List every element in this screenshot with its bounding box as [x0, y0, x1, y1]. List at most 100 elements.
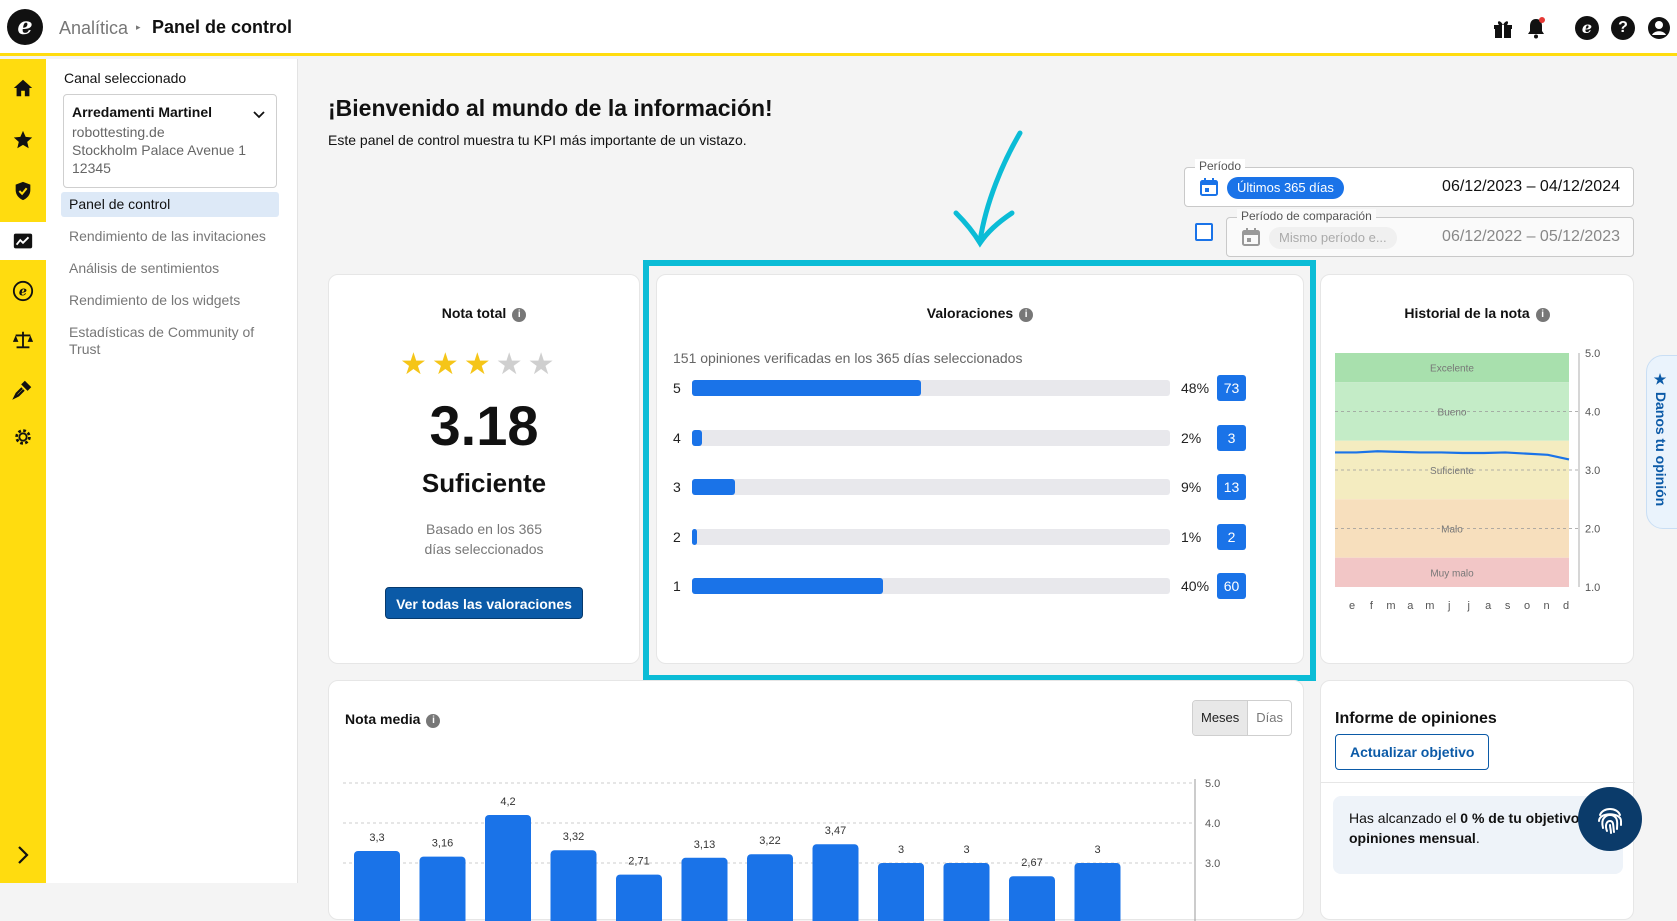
average-bar-label: 3 — [963, 844, 969, 856]
period-selector[interactable]: Período Últimos 365 días 06/12/2023 – 04… — [1184, 159, 1634, 207]
average-bar — [419, 856, 466, 921]
nav-item-invitaciones[interactable]: Rendimiento de las invitaciones — [61, 224, 279, 249]
main-content: ¡Bienvenido al mundo de la información! … — [298, 59, 1677, 921]
highlight-frame — [643, 260, 1316, 681]
calendar-icon — [1200, 178, 1218, 196]
nav-item-community-of-trust[interactable]: Estadísticas de Community of Trust — [61, 320, 279, 360]
help-icon[interactable]: ? — [1611, 16, 1635, 40]
average-y-tick: 5.0 — [1205, 778, 1220, 790]
chevron-right-icon[interactable] — [11, 843, 35, 867]
bell-icon[interactable] — [1524, 16, 1548, 40]
average-y-tick: 4.0 — [1205, 818, 1220, 830]
history-x-tick: a — [1485, 600, 1492, 612]
nav-item-sentimientos[interactable]: Análisis de sentimientos — [61, 256, 279, 281]
home-icon[interactable] — [0, 69, 46, 107]
star-filled-icon: ★ — [431, 348, 464, 381]
comparison-dates: 06/12/2022 – 05/12/2023 — [1442, 228, 1620, 245]
average-score-card: Nota media i Meses Días 5.0 4.0 3.0 3,3 3,16 4… — [328, 680, 1304, 921]
annotation-arrow-icon — [953, 130, 1023, 248]
average-score-title: Nota media i — [345, 711, 441, 728]
average-bar-label: 3 — [898, 844, 904, 856]
history-y-tick: 3.0 — [1585, 465, 1600, 477]
review-report-title: Informe de opiniones — [1335, 710, 1497, 727]
average-bar-label: 3,13 — [694, 839, 715, 851]
star-filled-icon: ★ — [463, 348, 496, 381]
info-icon[interactable]: i — [512, 308, 527, 322]
average-bar-label: 3,3 — [369, 832, 384, 844]
history-y-tick: 5.0 — [1585, 348, 1600, 360]
score-history-title: Historial de la nota i — [1321, 305, 1633, 322]
divider — [1321, 782, 1635, 783]
history-band-label: Muy malo — [1430, 568, 1474, 579]
average-bar — [616, 874, 662, 921]
breadcrumb-separator: ▸ — [136, 22, 141, 32]
granularity-toggle: Meses Días — [1192, 700, 1293, 736]
star-icon[interactable] — [0, 121, 46, 159]
total-score-title: Nota total i — [329, 305, 639, 322]
history-x-tick: e — [1349, 600, 1355, 612]
toggle-months[interactable]: Meses — [1193, 701, 1249, 735]
fingerprint-button[interactable] — [1578, 787, 1642, 851]
average-y-tick: 3.0 — [1205, 858, 1220, 870]
fingerprint-icon — [1598, 808, 1622, 834]
history-x-tick: a — [1407, 600, 1414, 612]
history-x-tick: m — [1425, 600, 1434, 612]
average-bar — [747, 854, 793, 921]
average-bar-label: 3,22 — [759, 835, 780, 847]
gift-icon[interactable] — [1491, 16, 1515, 40]
average-bar — [681, 857, 728, 921]
plug-icon[interactable] — [0, 370, 46, 408]
average-bar — [354, 851, 400, 921]
update-goal-button[interactable]: Actualizar objetivo — [1335, 734, 1490, 770]
nav-item-panel-de-control[interactable]: Panel de control — [61, 192, 279, 217]
score-history-card: Historial de la nota i Excelente Bueno Sufi… — [1320, 274, 1634, 664]
trusted-shops-icon[interactable]: e — [1575, 16, 1599, 40]
history-x-tick: n — [1543, 600, 1549, 612]
history-band-label: Excelente — [1430, 364, 1474, 375]
scale-icon[interactable] — [0, 321, 46, 359]
average-bar — [550, 850, 597, 921]
average-bar-label: 3,16 — [432, 838, 453, 850]
score-history-chart: Excelente Bueno Suficiente Malo Muy malo 5.0 4… — [1335, 348, 1600, 612]
history-band-label: Malo — [1441, 525, 1463, 536]
history-y-tick: 4.0 — [1585, 407, 1600, 419]
channel-details: robottesting.de Stockholm Palace Avenue … — [72, 124, 247, 176]
breadcrumb-root[interactable]: Analítica — [59, 18, 128, 39]
comparison-legend: Período de comparación — [1237, 209, 1376, 223]
star-filled-icon: ★ — [400, 348, 432, 381]
trusted-shops-logo[interactable]: e — [7, 9, 43, 45]
comparison-period-selector[interactable]: Período de comparación Mismo período e..… — [1226, 209, 1634, 257]
channel-selector[interactable]: Arredamenti Martinel robottesting.de Sto… — [63, 94, 277, 188]
history-x-tick: s — [1505, 600, 1511, 612]
history-x-tick: j — [1447, 600, 1450, 612]
channel-label: Canal seleccionado — [64, 70, 187, 86]
channel-name: Arredamenti Martinel — [72, 104, 213, 120]
left-rail: e — [0, 59, 46, 883]
welcome-subtitle: Este panel de control muestra tu KPI más… — [328, 132, 747, 148]
chevron-down-icon[interactable] — [251, 107, 267, 123]
comparison-checkbox[interactable] — [1195, 223, 1213, 241]
nav-item-widgets[interactable]: Rendimiento de los widgets — [61, 288, 279, 313]
toggle-days[interactable]: Días — [1248, 701, 1291, 735]
star-rating: ★★★★★ — [400, 347, 560, 382]
gear-icon[interactable] — [0, 418, 46, 456]
feedback-tab[interactable]: ★ Danos tu opinión — [1646, 355, 1677, 529]
history-x-tick: j — [1467, 600, 1470, 612]
period-chip[interactable]: Últimos 365 días — [1227, 177, 1344, 199]
star-empty-icon: ★ — [495, 348, 528, 381]
star-empty-icon: ★ — [527, 348, 560, 381]
period-dates: 06/12/2023 – 04/12/2024 — [1442, 178, 1620, 195]
history-band-label: Bueno — [1438, 408, 1467, 419]
average-bar — [485, 815, 531, 921]
info-icon[interactable]: i — [1535, 308, 1550, 322]
feedback-label: ★ Danos tu opinión — [1653, 372, 1669, 507]
analytics-icon[interactable] — [0, 222, 46, 260]
history-x-tick: o — [1524, 600, 1530, 612]
user-icon[interactable] — [1647, 16, 1671, 40]
average-bar-label: 3,32 — [563, 831, 584, 843]
view-all-ratings-button[interactable]: Ver todas las valoraciones — [385, 587, 583, 619]
average-score-chart: 5.0 4.0 3.0 3,3 3,16 4,2 3,32 2,71 3,13 3,22 3,47 3… — [343, 778, 1220, 921]
trusted-shops-icon[interactable]: e — [0, 272, 46, 310]
shield-icon[interactable] — [0, 172, 46, 210]
info-icon[interactable]: i — [426, 714, 441, 728]
